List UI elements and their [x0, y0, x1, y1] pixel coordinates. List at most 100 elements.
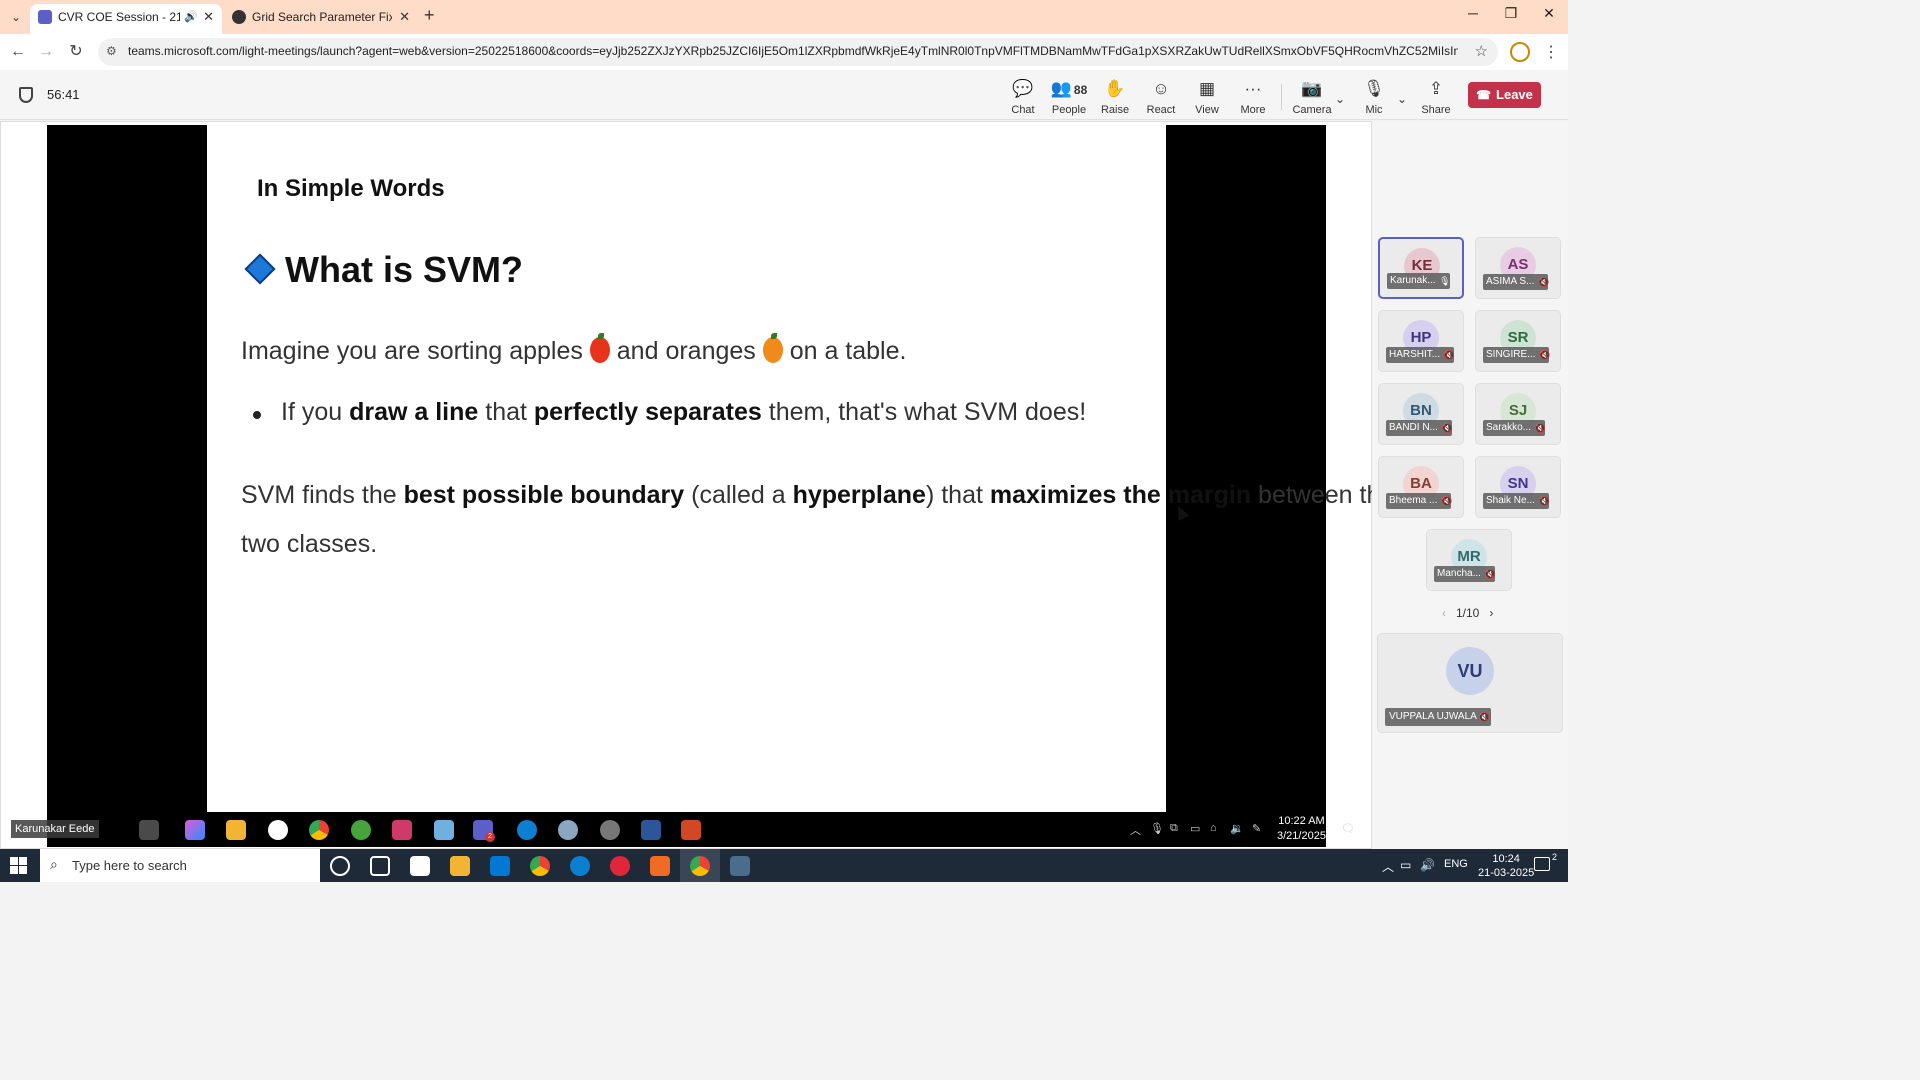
text-segment: that	[478, 398, 534, 426]
chrome-active-icon[interactable]	[690, 856, 710, 876]
camera-button[interactable]: 📷 Camera	[1289, 78, 1335, 116]
featured-participant-tile[interactable]: VU VUPPALA UJWALA 🔇	[1377, 633, 1563, 733]
camera-off-icon: 📷	[1301, 79, 1323, 98]
meeting-toolbar: 56:41 💬 Chat 👥 88 People ✋ Raise ☺ React …	[0, 70, 1568, 120]
tray-network-icon[interactable]: ▭	[1400, 858, 1411, 872]
browser-tab-strip: ⌄ CVR COE Session - 21-03-2 🔊 ✕ Grid Sea…	[0, 0, 1568, 34]
opera-icon[interactable]	[610, 856, 630, 876]
taskbar-clock[interactable]: 10:24 21-03-2025	[1478, 852, 1534, 880]
notification-center-icon[interactable]: 2	[1534, 852, 1557, 871]
shield-icon	[19, 87, 33, 103]
tab-search-chevron-icon[interactable]: ⌄	[6, 7, 26, 27]
back-arrow-icon[interactable]: ←	[6, 40, 30, 64]
chat-button[interactable]: 💬 Chat	[1000, 78, 1046, 116]
more-dots-icon: ···	[1244, 79, 1262, 98]
previous-page-chevron-icon[interactable]: ‹	[1442, 606, 1446, 620]
people-button[interactable]: 👥 88 People	[1046, 78, 1092, 116]
participant-tile[interactable]: MR Mancha... 🔇	[1426, 529, 1512, 591]
chatgpt-icon	[232, 10, 246, 24]
minimize-icon[interactable]: ─	[1458, 5, 1488, 21]
close-window-icon[interactable]: ✕	[1534, 5, 1564, 22]
presenter-taskbar: 2 ︿ 🎙 ⧉ ▭ ⌂ 🔉 ✎ 10:22 AM 3/21/2025 🗨	[103, 812, 1355, 847]
mic-off-icon: 🎙	[1363, 79, 1385, 98]
view-button[interactable]: ▦ View	[1184, 78, 1230, 116]
store-icon[interactable]	[490, 856, 510, 876]
mic-muted-icon: 🔇	[1484, 569, 1496, 579]
participant-tile[interactable]: KE Karunak... 🎙	[1378, 237, 1464, 299]
url-text[interactable]: teams.microsoft.com/light-meetings/launc…	[128, 44, 1458, 58]
address-bar-row: ← → ↻ ⚙ teams.microsoft.com/light-meetin…	[0, 34, 1568, 70]
browser-menu-icon[interactable]: ⋮	[1543, 42, 1559, 62]
bookmark-star-icon[interactable]: ☆	[1475, 42, 1488, 60]
chrome-icon[interactable]	[530, 856, 550, 876]
leave-button[interactable]: ☎ Leave	[1468, 82, 1541, 108]
photos-icon[interactable]	[730, 856, 750, 876]
tab-grid-search[interactable]: Grid Search Parameter Fix ✕	[224, 4, 418, 34]
tray-chevron-icon[interactable]: ︿	[1382, 858, 1394, 875]
slide-line-apples: Imagine you are sorting apples and orang…	[241, 333, 906, 366]
presentation-slide: In Simple Words What is SVM? Imagine you…	[207, 125, 1394, 812]
task-view-icon[interactable]	[370, 856, 390, 876]
next-page-chevron-icon[interactable]: ›	[1489, 606, 1493, 620]
text-segment: If you	[281, 398, 350, 426]
camera-options-chevron-icon[interactable]: ⌄	[1335, 92, 1345, 106]
mic-muted-icon: 🔇	[1441, 423, 1453, 433]
chat-label: Chat	[1011, 104, 1035, 116]
hang-up-icon: ☎	[1476, 88, 1492, 102]
mic-options-chevron-icon[interactable]: ⌄	[1397, 92, 1407, 106]
tray-share-icon: ⧉	[1170, 822, 1178, 834]
mic-muted-icon: 🔇	[1539, 350, 1551, 360]
participant-tile[interactable]: BN BANDI N... 🔇	[1378, 383, 1464, 445]
screen-share: In Simple Words What is SVM? Imagine you…	[47, 125, 1394, 847]
participant-tile[interactable]: SR SINGIRE... 🔇	[1475, 310, 1561, 372]
text-segment: Imagine you are sorting apples	[241, 337, 583, 365]
close-tab-icon[interactable]: ✕	[203, 4, 214, 30]
chat-icon: 💬	[1012, 79, 1034, 98]
participant-name: SINGIRE...	[1486, 349, 1536, 360]
speaker-icon[interactable]: 🔊	[184, 4, 198, 30]
notification-count: 2	[1551, 852, 1557, 862]
reload-icon[interactable]: ↻	[64, 40, 88, 64]
taskbar-search-box[interactable]: ⌕ Type here to search	[40, 849, 320, 882]
participant-name: Karunak...	[1390, 275, 1436, 286]
search-placeholder: Type here to search	[72, 858, 187, 873]
bullet-dot	[253, 411, 261, 419]
participant-tile[interactable]: HP HARSHIT... 🔇	[1378, 310, 1464, 372]
teams-icon	[38, 10, 52, 24]
participant-name: HARSHIT...	[1389, 349, 1441, 360]
raise-hand-button[interactable]: ✋ Raise	[1092, 78, 1138, 116]
language-indicator[interactable]: ENG	[1444, 858, 1468, 870]
tray-volume-icon[interactable]: 🔊	[1420, 858, 1435, 872]
share-button[interactable]: ⇪ Share	[1413, 78, 1459, 116]
text-segment: SVM finds the	[241, 481, 404, 509]
toolbar-divider	[1281, 84, 1282, 110]
mic-button[interactable]: 🎙 Mic	[1351, 78, 1397, 116]
tab-teams-meeting[interactable]: CVR COE Session - 21-03-2 🔊 ✕	[30, 4, 222, 34]
participant-tile[interactable]: SJ Sarakko... 🔇	[1475, 383, 1561, 445]
forward-arrow-icon[interactable]: →	[34, 40, 58, 64]
restore-icon[interactable]: ❐	[1496, 5, 1526, 22]
file-explorer-icon[interactable]	[450, 856, 470, 876]
react-button[interactable]: ☺ React	[1138, 78, 1184, 116]
participant-tile[interactable]: AS ASIMA S... 🔇	[1475, 237, 1561, 299]
profile-avatar-icon[interactable]	[1510, 42, 1530, 62]
more-button[interactable]: ··· More	[1230, 78, 1276, 116]
windows-start-icon[interactable]	[10, 857, 28, 875]
edge-icon[interactable]	[570, 856, 590, 876]
participant-tile[interactable]: BA Bheema ... 🔇	[1378, 456, 1464, 518]
cortana-icon[interactable]	[330, 856, 350, 876]
more-label: More	[1240, 104, 1266, 116]
mic-muted-icon: 🔇	[1534, 423, 1547, 433]
mail-icon[interactable]	[410, 856, 430, 876]
app-star-icon	[392, 820, 412, 840]
search-icon: ⌕	[50, 856, 58, 872]
participant-tile[interactable]: SN Shaik Ne... 🔇	[1475, 456, 1561, 518]
close-tab-icon[interactable]: ✕	[399, 4, 410, 30]
slide-bullet-line: If you draw a line that perfectly separa…	[281, 398, 1086, 427]
app-orange-icon[interactable]	[650, 856, 670, 876]
site-info-icon[interactable]: ⚙	[106, 44, 117, 58]
new-tab-plus-icon[interactable]: +	[424, 5, 435, 26]
slide-paragraph-line2: two classes.	[241, 530, 378, 558]
mic-muted-icon: 🔇	[1478, 712, 1490, 722]
address-bar[interactable]: ⚙ teams.microsoft.com/light-meetings/lau…	[98, 38, 1498, 66]
